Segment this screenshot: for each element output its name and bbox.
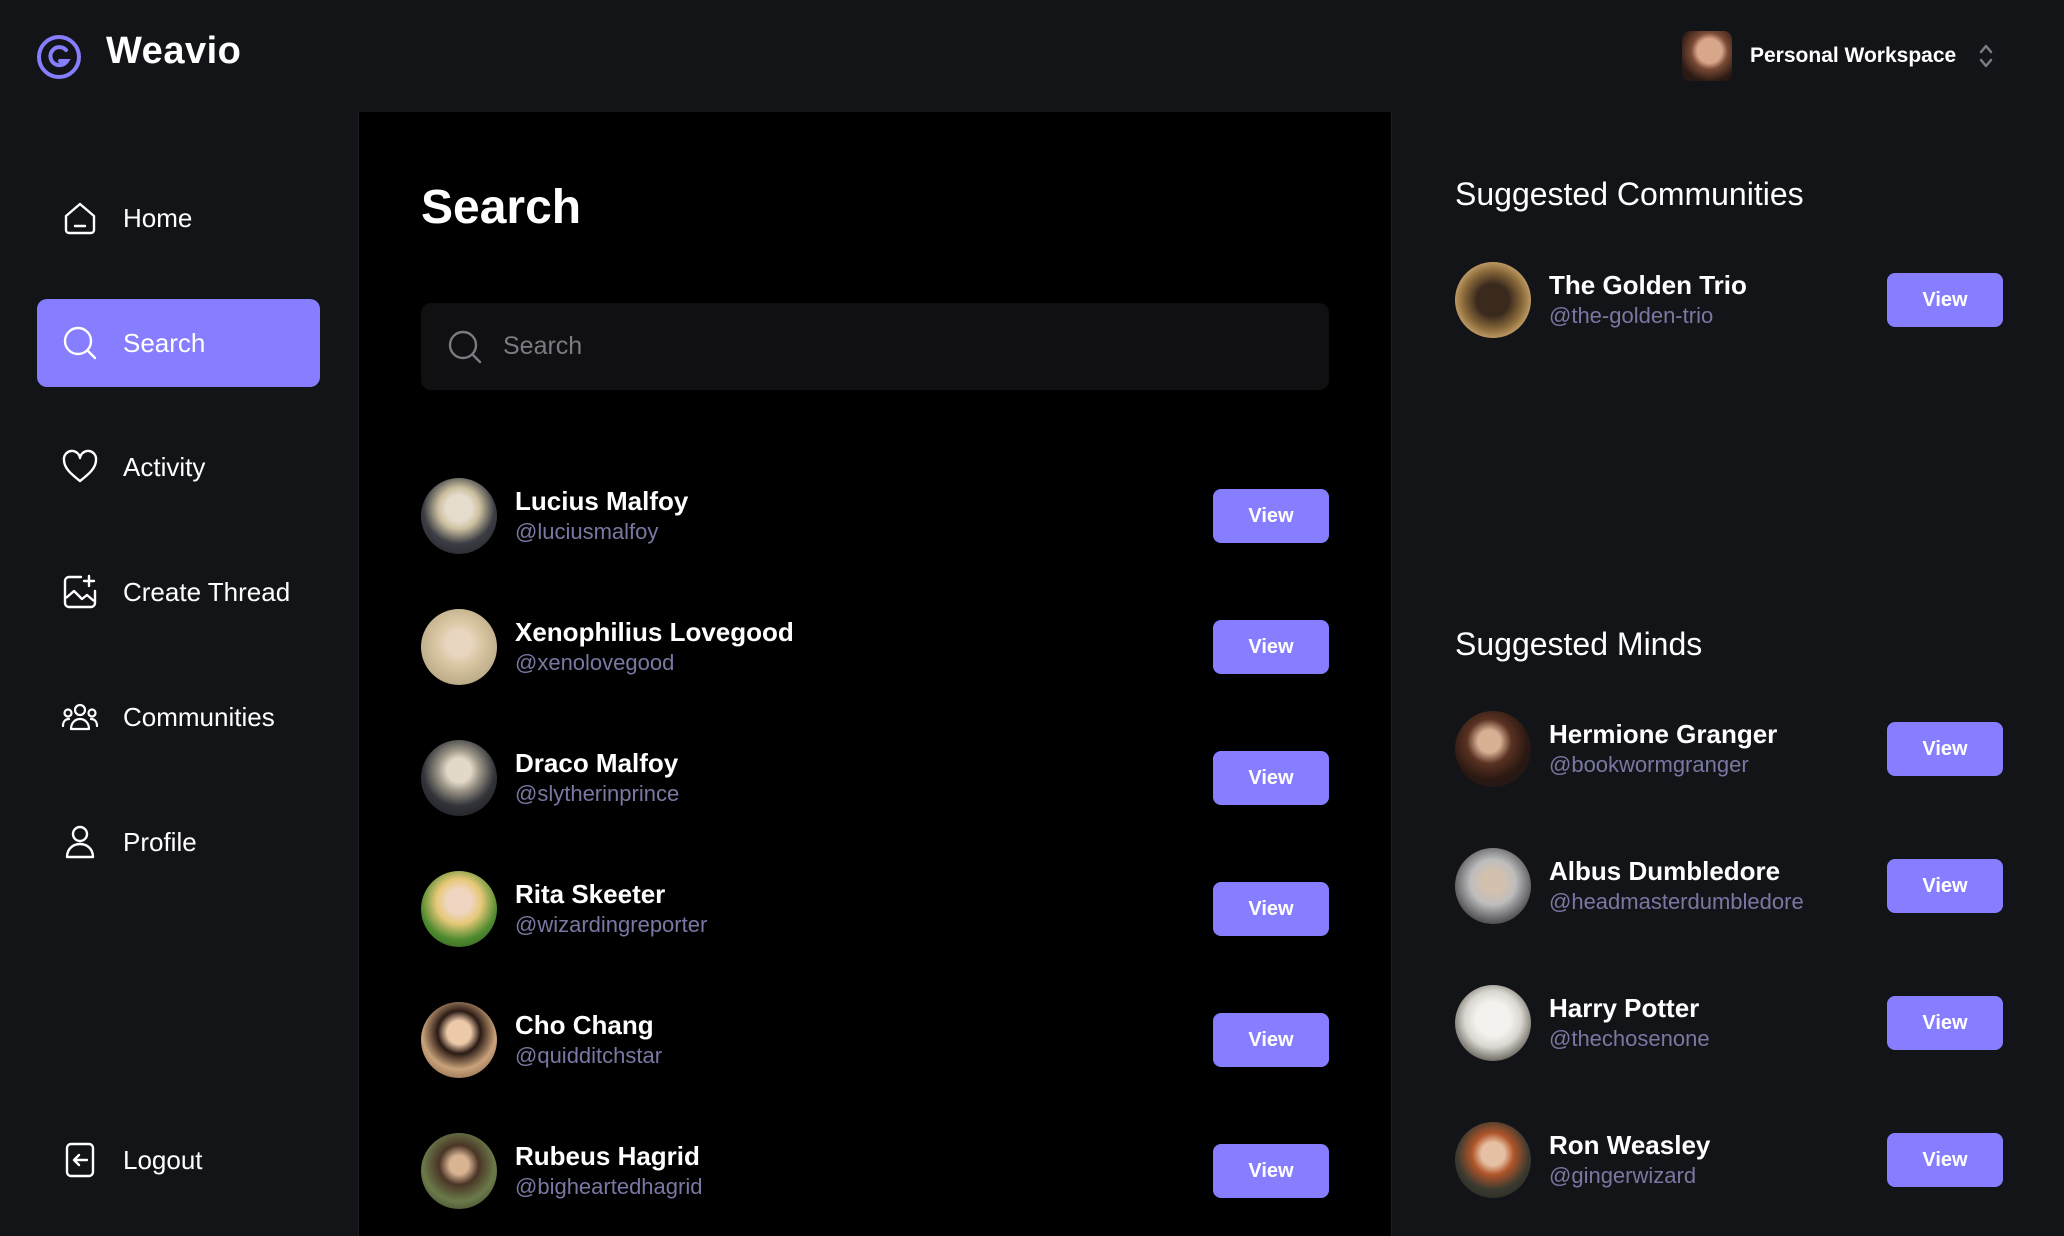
user-name: Draco Malfoy — [515, 748, 679, 778]
logout-icon — [65, 1142, 95, 1178]
mind-card: Albus Dumbledore @headmasterdumbledore V… — [1455, 848, 2003, 924]
user-avatar[interactable] — [1455, 848, 1531, 924]
user-name: Ron Weasley — [1549, 1130, 1711, 1160]
user-name: Albus Dumbledore — [1549, 856, 1781, 886]
search-icon — [448, 330, 482, 363]
view-button[interactable]: View — [1213, 1013, 1329, 1067]
user-avatar[interactable] — [421, 740, 497, 816]
mind-card: Ron Weasley @gingerwizard View — [1455, 1122, 2003, 1198]
user-avatar[interactable] — [421, 478, 497, 554]
user-handle: @wizardingreporter — [515, 912, 708, 937]
create-thread-icon — [63, 574, 97, 609]
workspace-switcher[interactable]: Personal Workspace — [1682, 28, 1994, 84]
user-name: Rubeus Hagrid — [515, 1141, 700, 1171]
sidebar-item-create-thread[interactable]: Create Thread — [37, 548, 320, 636]
workspace-avatar — [1682, 31, 1732, 81]
search-icon — [63, 326, 97, 360]
user-name: Lucius Malfoy — [515, 486, 689, 516]
user-name: Rita Skeeter — [515, 879, 666, 909]
user-card: Lucius Malfoy @luciusmalfoy View — [421, 477, 1329, 555]
heart-icon — [62, 449, 98, 483]
user-card: Draco Malfoy @slytherinprince View — [421, 739, 1329, 817]
logo-icon[interactable] — [36, 34, 82, 80]
brand-name: Weavio — [106, 30, 242, 72]
user-avatar[interactable] — [421, 1133, 497, 1209]
right-sidebar: Suggested Communities The Golden Trio @t… — [1392, 112, 2064, 1236]
page-title: Search — [421, 181, 582, 234]
user-avatar[interactable] — [1455, 711, 1531, 787]
sidebar-item-home[interactable]: Home — [37, 174, 320, 262]
view-button[interactable]: View — [1213, 489, 1329, 543]
sidebar-item-communities[interactable]: Communities — [37, 673, 320, 761]
user-name: Hermione Granger — [1549, 719, 1778, 749]
user-name: Harry Potter — [1549, 993, 1700, 1023]
suggested-minds-title: Suggested Minds — [1455, 626, 1703, 662]
user-avatar[interactable] — [421, 609, 497, 685]
sidebar-item-label: Profile — [123, 826, 197, 857]
view-button[interactable]: View — [1213, 751, 1329, 805]
community-avatar[interactable] — [1455, 262, 1531, 338]
search-bar[interactable] — [421, 303, 1329, 390]
user-handle: @bookwormgranger — [1549, 752, 1749, 777]
user-handle: @bigheartedhagrid — [515, 1174, 703, 1199]
user-card: Rubeus Hagrid @bigheartedhagrid View — [421, 1132, 1329, 1210]
home-icon — [64, 202, 96, 235]
user-icon — [65, 825, 95, 859]
view-button[interactable]: View — [1213, 620, 1329, 674]
user-card: Rita Skeeter @wizardingreporter View — [421, 870, 1329, 948]
workspace-label: Personal Workspace — [1750, 44, 1957, 67]
sidebar-item-label: Home — [123, 202, 193, 233]
top-bar: Weavio Personal Workspace — [0, 0, 2064, 112]
left-sidebar: Home Search Activity Create Thread Commu… — [0, 112, 358, 1236]
user-name: Cho Chang — [515, 1010, 654, 1040]
sidebar-item-activity[interactable]: Activity — [37, 423, 320, 511]
sidebar-item-label: Create Thread — [123, 576, 291, 607]
view-button[interactable]: View — [1887, 722, 2003, 776]
user-handle: @slytherinprince — [515, 781, 680, 806]
user-handle: @luciusmalfoy — [515, 519, 659, 544]
community-name: The Golden Trio — [1549, 270, 1747, 300]
sidebar-item-label: Communities — [123, 701, 275, 732]
chevron-up-down-icon — [1979, 44, 1993, 68]
suggested-communities-title: Suggested Communities — [1455, 176, 1804, 212]
view-button[interactable]: View — [1887, 1133, 2003, 1187]
sidebar-item-profile[interactable]: Profile — [37, 798, 320, 886]
communities-icon — [61, 703, 99, 731]
view-button[interactable]: View — [1887, 996, 2003, 1050]
main-content: Search Lucius Malfoy @luciusmalfoy View … — [358, 112, 1392, 1236]
user-avatar[interactable] — [1455, 1122, 1531, 1198]
user-handle: @thechosenone — [1549, 1026, 1710, 1051]
user-avatar[interactable] — [421, 1002, 497, 1078]
user-handle: @gingerwizard — [1549, 1163, 1697, 1188]
user-handle: @xenolovegood — [515, 650, 675, 675]
sidebar-item-search[interactable]: Search — [37, 299, 320, 387]
sidebar-item-label: Activity — [123, 451, 206, 482]
view-button[interactable]: View — [1887, 273, 2003, 327]
view-button[interactable]: View — [1213, 882, 1329, 936]
community-card: The Golden Trio @the-golden-trio View — [1455, 262, 2003, 338]
community-handle: @the-golden-trio — [1549, 303, 1714, 328]
view-button[interactable]: View — [1887, 859, 2003, 913]
search-input[interactable] — [503, 321, 1283, 372]
mind-card: Hermione Granger @bookwormgranger View — [1455, 711, 2003, 787]
user-avatar[interactable] — [421, 871, 497, 947]
user-handle: @quidditchstar — [515, 1043, 663, 1068]
user-avatar[interactable] — [1455, 985, 1531, 1061]
user-name: Xenophilius Lovegood — [515, 617, 794, 647]
logout-button[interactable]: Logout — [37, 1116, 320, 1204]
user-handle: @headmasterdumbledore — [1549, 889, 1804, 914]
user-card: Xenophilius Lovegood @xenolovegood View — [421, 608, 1329, 686]
view-button[interactable]: View — [1213, 1144, 1329, 1198]
user-card: Cho Chang @quidditchstar View — [421, 1001, 1329, 1079]
mind-card: Harry Potter @thechosenone View — [1455, 985, 2003, 1061]
sidebar-item-label: Search — [123, 327, 206, 358]
logout-label: Logout — [123, 1144, 203, 1175]
